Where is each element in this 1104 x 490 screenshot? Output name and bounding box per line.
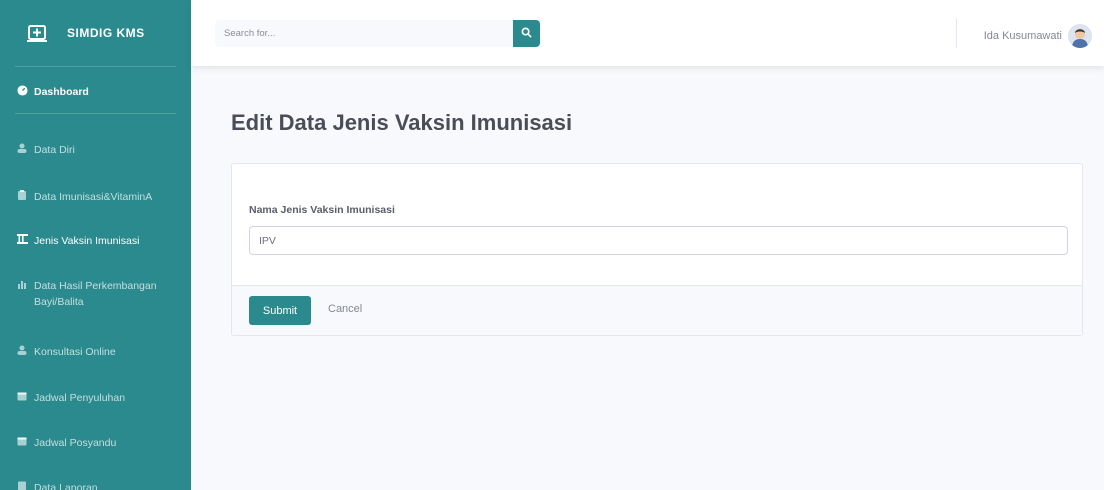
tachometer-icon	[16, 84, 28, 96]
user-icon	[16, 142, 28, 154]
topbar-divider	[956, 18, 957, 48]
cancel-link[interactable]: Cancel	[328, 303, 362, 315]
user-menu[interactable]: Ida Kusumawati	[984, 24, 1092, 48]
sidebar-item-jenis-vaksin[interactable]: Jenis Vaksin Imunisasi	[0, 233, 191, 249]
chart-icon	[16, 278, 28, 290]
page-title: Edit Data Jenis Vaksin Imunisasi	[231, 110, 573, 135]
search-button[interactable]	[513, 20, 540, 47]
file-icon	[16, 480, 28, 490]
table-icon	[16, 233, 28, 245]
sidebar: SIMDIG KMS Dashboard Data Diri Data Imun…	[0, 0, 191, 490]
sidebar-item-label: Data Diri	[34, 144, 75, 156]
clipboard-icon	[16, 189, 28, 201]
sidebar-brand[interactable]: SIMDIG KMS	[0, 0, 191, 66]
calendar-icon	[16, 390, 28, 402]
vaksin-name-input[interactable]	[249, 226, 1068, 255]
medical-kit-icon	[27, 23, 47, 43]
calendar-icon	[16, 435, 28, 447]
sidebar-item-jadwal-posyandu[interactable]: Jadwal Posyandu	[0, 435, 191, 451]
search-icon	[521, 26, 532, 41]
user-name: Ida Kusumawati	[983, 30, 1062, 42]
sidebar-item-label: Dashboard	[34, 86, 89, 98]
brand-name: SIMDIG KMS	[67, 26, 145, 40]
sidebar-divider	[15, 113, 176, 114]
field-label: Nama Jenis Vaksin Imunisasi	[249, 204, 395, 216]
sidebar-item-label: Data Imunisasi&VitaminA	[34, 191, 153, 203]
card-footer: Submit Cancel	[232, 285, 1082, 335]
submit-button[interactable]: Submit	[249, 296, 311, 325]
sidebar-item-dashboard[interactable]: Dashboard	[0, 84, 191, 100]
sidebar-item-data-imunisasi[interactable]: Data Imunisasi&VitaminA	[0, 189, 191, 205]
search-input[interactable]	[215, 20, 513, 47]
sidebar-item-label: Data Hasil Perkembangan Bayi/Balita	[34, 280, 157, 308]
sidebar-item-label: Konsultasi Online	[34, 346, 116, 358]
sidebar-item-label: Jadwal Posyandu	[34, 437, 117, 449]
sidebar-item-data-laporan[interactable]: Data Laporan	[0, 480, 191, 490]
sidebar-item-data-diri[interactable]: Data Diri	[0, 142, 191, 158]
sidebar-item-jadwal-penyuluhan[interactable]: Jadwal Penyuluhan	[0, 390, 191, 406]
user-icon	[16, 344, 28, 356]
sidebar-divider	[15, 66, 176, 67]
app-layout: SIMDIG KMS Dashboard Data Diri Data Imun…	[0, 0, 1104, 490]
sidebar-item-konsultasi[interactable]: Konsultasi Online	[0, 344, 191, 360]
main-content: Ida Kusumawati Edit Data Jenis Vaksin Im…	[191, 0, 1104, 490]
sidebar-item-label: Data Laporan	[34, 482, 98, 490]
card-body: Nama Jenis Vaksin Imunisasi	[232, 164, 1082, 286]
search-form	[215, 20, 540, 47]
avatar	[1068, 24, 1092, 48]
sidebar-item-label: Jenis Vaksin Imunisasi	[34, 235, 140, 247]
edit-form-card: Nama Jenis Vaksin Imunisasi Submit Cance…	[231, 163, 1083, 336]
sidebar-item-label: Jadwal Penyuluhan	[34, 392, 126, 404]
sidebar-item-perkembangan[interactable]: Data Hasil Perkembangan Bayi/Balita	[0, 278, 191, 310]
topbar: Ida Kusumawati	[191, 0, 1104, 66]
